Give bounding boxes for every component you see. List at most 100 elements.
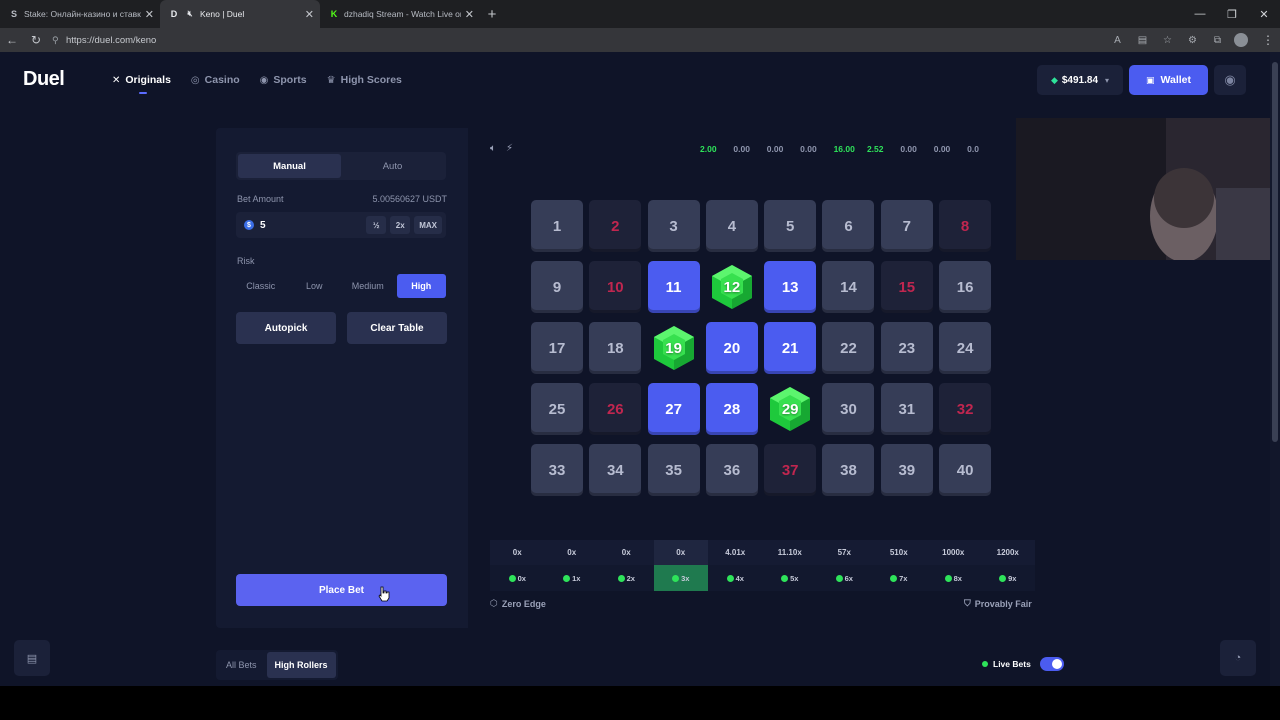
keno-tile-10[interactable]: 10 (589, 261, 642, 313)
keno-tile-8[interactable]: 8 (939, 200, 992, 252)
keno-tile-24[interactable]: 24 (939, 322, 992, 374)
high-rollers-tab[interactable]: High Rollers (266, 652, 336, 678)
keno-tile-4[interactable]: 4 (705, 200, 758, 252)
risk-classic[interactable]: Classic (236, 274, 286, 298)
keno-tile-11[interactable]: 11 (647, 261, 700, 313)
live-bets-toggle[interactable]: Live Bets (982, 657, 1064, 671)
keno-tile-35[interactable]: 35 (647, 444, 700, 496)
sound-icon[interactable]: 🔈︎ (490, 143, 496, 154)
keno-tile-28[interactable]: 28 (705, 383, 758, 435)
recent-multiplier: 16.00 (833, 144, 855, 154)
keno-tile-23[interactable]: 23 (880, 322, 933, 374)
keno-tile-20[interactable]: 20 (705, 322, 758, 374)
keno-tile-5[interactable]: 5 (764, 200, 817, 252)
translate-icon[interactable]: A (1105, 28, 1130, 52)
keno-tile-13[interactable]: 13 (764, 261, 817, 313)
mode-auto-tab[interactable]: Auto (341, 154, 444, 178)
balance-dropdown[interactable]: ◆ $491.84 ▾ (1037, 65, 1123, 95)
keno-tile-30[interactable]: 30 (822, 383, 875, 435)
url-field[interactable]: ⚲ https://duel.com/keno (52, 30, 1105, 50)
double-bet-button[interactable]: 2x (390, 216, 411, 234)
lightning-icon[interactable]: ⚡︎ (506, 143, 513, 154)
browser-tab-stake[interactable]: S Stake: Онлайн-казино и ставки н ✕ (0, 0, 160, 28)
keno-tile-26[interactable]: 26 (589, 383, 642, 435)
keno-tile-9[interactable]: 9 (531, 261, 583, 313)
risk-medium[interactable]: Medium (343, 274, 393, 298)
close-tab-icon[interactable]: ✕ (305, 8, 314, 21)
live-bets-switch[interactable] (1039, 657, 1064, 671)
keno-tile-37[interactable]: 37 (764, 444, 817, 496)
nav-high-scores[interactable]: ♛ High Scores (327, 71, 402, 89)
user-account-icon[interactable]: ◉ (1214, 65, 1246, 95)
keno-tile-1[interactable]: 1 (531, 200, 583, 252)
keno-tile-34[interactable]: 34 (589, 444, 642, 496)
keno-tile-3[interactable]: 3 (647, 200, 700, 252)
keno-tile-15[interactable]: 15 (880, 261, 933, 313)
place-bet-button[interactable]: Place Bet (236, 574, 447, 606)
minimize-icon[interactable]: — (1184, 0, 1216, 28)
keno-tile-33[interactable]: 33 (531, 444, 583, 496)
max-bet-button[interactable]: MAX (414, 216, 442, 234)
keno-tile-36[interactable]: 36 (705, 444, 758, 496)
bet-amount-field[interactable]: $ 5 ½ 2x MAX (236, 212, 446, 238)
risk-low[interactable]: Low (290, 274, 340, 298)
keno-tile-32[interactable]: 32 (939, 383, 992, 435)
keno-tile-12[interactable]: 12 (706, 261, 758, 313)
muted-speaker-icon[interactable]: 🔇︎ (184, 8, 196, 20)
mode-manual-tab[interactable]: Manual (238, 154, 341, 178)
keno-tile-18[interactable]: 18 (589, 322, 642, 374)
profile-avatar[interactable] (1234, 33, 1248, 47)
wallet-button[interactable]: ▣ Wallet (1129, 65, 1208, 95)
clear-table-button[interactable]: Clear Table (347, 312, 447, 344)
nav-casino[interactable]: ◎ Casino (191, 71, 240, 89)
collections-icon[interactable]: ⧉ (1205, 28, 1230, 52)
close-tab-icon[interactable]: ✕ (145, 8, 154, 21)
keno-tile-19[interactable]: 19 (648, 322, 700, 374)
keno-tile-29[interactable]: 29 (764, 383, 816, 435)
keno-tile-31[interactable]: 31 (880, 383, 933, 435)
keno-tile-6[interactable]: 6 (822, 200, 875, 252)
close-tab-icon[interactable]: ✕ (465, 8, 474, 21)
keno-tile-17[interactable]: 17 (531, 322, 583, 374)
headset-support-icon[interactable]: ◔ (1220, 640, 1256, 676)
keno-tile-7[interactable]: 7 (880, 200, 933, 252)
keno-tile-27[interactable]: 27 (647, 383, 700, 435)
keno-tile-16[interactable]: 16 (939, 261, 992, 313)
gem-dot-icon (563, 574, 571, 582)
risk-high[interactable]: High (396, 274, 446, 298)
back-arrow-icon[interactable]: ← (0, 28, 24, 52)
keno-tile-2[interactable]: 2 (589, 200, 642, 252)
keno-tile-40[interactable]: 40 (939, 444, 992, 496)
extensions-icon[interactable]: ⚙ (1180, 28, 1205, 52)
all-bets-tab[interactable]: All Bets (218, 652, 265, 678)
scrollbar-thumb[interactable] (1272, 62, 1278, 442)
recent-multipliers: 2.00 0.00 0.00 0.00 16.00 2.52 0.00 0.00 0.0 (700, 144, 1001, 154)
zero-edge-badge[interactable]: ⬡ Zero Edge (490, 598, 546, 609)
bookmark-star-icon[interactable]: ☆ (1155, 28, 1180, 52)
nav-sports[interactable]: ◉ Sports (260, 71, 307, 89)
browser-tab-kick[interactable]: K dzhadiq Stream - Watch Live on K ✕ (320, 0, 480, 28)
half-bet-button[interactable]: ½ (366, 216, 387, 234)
reload-icon[interactable]: ↻ (24, 28, 48, 52)
keno-tile-14[interactable]: 14 (822, 261, 875, 313)
keno-tile-25[interactable]: 25 (531, 383, 583, 435)
autopick-button[interactable]: Autopick (236, 312, 336, 344)
maximize-icon[interactable]: ❐ (1216, 0, 1248, 28)
duel-logo[interactable]: Duel (23, 68, 65, 91)
site-info-icon[interactable]: ⚲ (52, 35, 66, 46)
keno-tile-38[interactable]: 38 (822, 444, 875, 496)
nav-originals[interactable]: ✕ Originals (112, 71, 171, 94)
reader-mode-icon[interactable]: ▤ (1130, 28, 1155, 52)
bet-amount-value[interactable]: 5 (260, 220, 362, 231)
gem-dot-icon (617, 574, 625, 582)
keno-tile-21[interactable]: 21 (764, 322, 817, 374)
browser-tab-keno[interactable]: D 🔇︎ Keno | Duel ✕ (160, 0, 320, 28)
browser-menu-icon[interactable]: ⋮ (1256, 33, 1280, 47)
keno-tile-22[interactable]: 22 (822, 322, 875, 374)
provably-fair-link[interactable]: ⛉ Provably Fair (964, 598, 1032, 609)
close-window-icon[interactable]: ✕ (1248, 0, 1280, 28)
chat-icon[interactable]: ▤ (14, 640, 50, 676)
keno-tile-39[interactable]: 39 (880, 444, 933, 496)
page-scrollbar[interactable] (1270, 52, 1280, 686)
new-tab-button[interactable]: + (480, 0, 504, 28)
